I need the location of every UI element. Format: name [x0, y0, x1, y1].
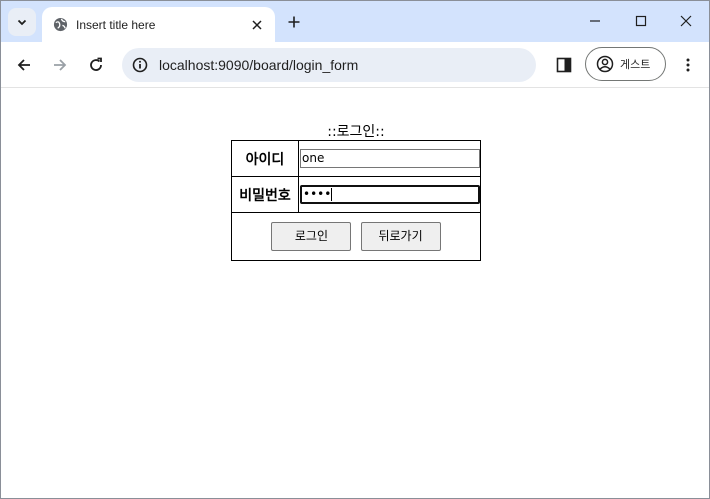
id-input[interactable]: one	[300, 149, 480, 168]
url-text: localhost:9090/board/login_form	[159, 57, 359, 73]
table-row: 로그인 뒤로가기	[231, 212, 481, 261]
more-vertical-icon	[686, 58, 690, 72]
side-panel-icon	[556, 57, 572, 73]
minimize-button[interactable]	[572, 1, 618, 41]
password-label: 비밀번호	[231, 176, 299, 213]
browser-toolbar: localhost:9090/board/login_form 게스트	[1, 42, 709, 88]
close-icon	[252, 19, 262, 30]
person-icon	[596, 55, 614, 73]
window-close-button[interactable]	[663, 1, 709, 41]
chevron-down-icon	[17, 19, 27, 26]
active-tab[interactable]: Insert title here	[42, 7, 275, 42]
globe-icon	[52, 17, 68, 33]
page-content: ::로그인:: 아이디 one 비밀번호 •••• 로그인 뒤로가기	[1, 89, 709, 498]
page-title: ::로그인::	[327, 124, 385, 140]
forward-button[interactable]	[46, 51, 74, 79]
tab-close-button[interactable]	[247, 15, 267, 35]
password-mask: ••••	[303, 187, 332, 201]
tab-search-button[interactable]	[8, 8, 36, 36]
close-icon	[680, 15, 692, 27]
button-cell: 로그인 뒤로가기	[231, 212, 481, 261]
side-panel-button[interactable]	[550, 51, 578, 79]
table-row: 아이디 one	[231, 140, 481, 177]
tab-title: Insert title here	[76, 17, 156, 32]
arrow-right-icon	[54, 59, 67, 71]
back-button[interactable]: 뒤로가기	[360, 222, 441, 251]
back-button[interactable]	[10, 51, 38, 79]
plus-icon	[288, 16, 300, 28]
browser-window: Insert title here localhost:9090/board/l…	[0, 0, 710, 499]
new-tab-button[interactable]	[283, 11, 305, 33]
profile-button[interactable]: 게스트	[585, 47, 666, 81]
password-input[interactable]: ••••	[300, 185, 480, 204]
reload-icon	[90, 57, 102, 71]
browser-menu-button[interactable]	[674, 51, 702, 79]
profile-label: 게스트	[620, 59, 651, 71]
reload-button[interactable]	[82, 51, 110, 79]
table-row: 비밀번호 ••••	[231, 176, 481, 213]
login-form-table: 아이디 one 비밀번호 •••• 로그인 뒤로가기	[231, 140, 481, 261]
minimize-icon	[590, 20, 600, 22]
maximize-icon	[635, 15, 647, 27]
info-icon	[132, 57, 148, 73]
login-button[interactable]: 로그인	[271, 222, 352, 251]
site-info-button[interactable]	[128, 53, 152, 77]
password-field-cell: ••••	[298, 176, 481, 213]
address-bar[interactable]: localhost:9090/board/login_form	[122, 48, 536, 82]
tab-strip: Insert title here	[1, 1, 709, 42]
id-label: 아이디	[231, 140, 299, 177]
text-cursor	[331, 188, 333, 201]
maximize-button[interactable]	[618, 1, 664, 41]
id-field-cell: one	[298, 140, 481, 177]
arrow-left-icon	[17, 59, 30, 71]
